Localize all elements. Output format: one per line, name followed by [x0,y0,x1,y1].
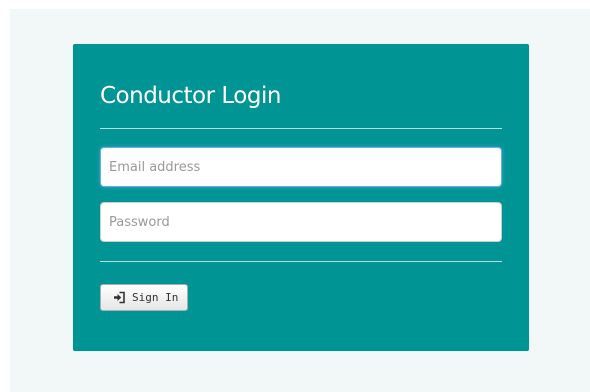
login-title: Conductor Login [100,83,281,109]
email-field[interactable] [100,147,502,187]
title-divider [100,128,502,129]
sign-in-label: Sign In [132,291,179,304]
sign-in-icon [113,291,126,304]
login-panel: Conductor Login Sign In [73,44,529,351]
sign-in-button[interactable]: Sign In [100,284,189,311]
form-divider [100,261,502,262]
password-field[interactable] [100,202,502,242]
